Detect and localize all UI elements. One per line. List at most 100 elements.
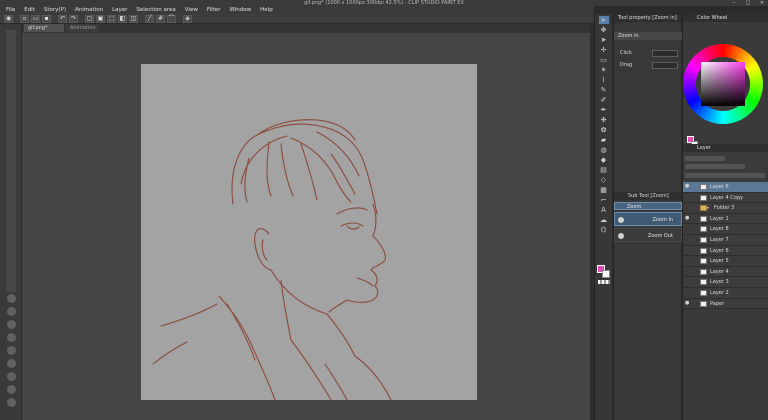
- layer-row[interactable]: ▸ Folder 3: [683, 203, 768, 214]
- brush-size-dot[interactable]: [6, 398, 16, 407]
- visibility-eye-icon[interactable]: ●: [685, 184, 689, 189]
- undo-icon[interactable]: ↶: [58, 14, 67, 23]
- save-icon[interactable]: ▪: [42, 14, 51, 23]
- sub-tool-zoom-in[interactable]: Zoom in: [614, 212, 682, 226]
- eyedropper-tool-icon[interactable]: ⌇: [599, 76, 609, 84]
- menu-window[interactable]: Window: [229, 6, 251, 14]
- layer-row[interactable]: ● Paper: [683, 298, 768, 310]
- brush-size-dot[interactable]: [6, 385, 16, 394]
- layer-row[interactable]: Layer 8: [683, 224, 768, 235]
- layer-row[interactable]: Layer 3: [683, 277, 768, 288]
- blend-tool-icon[interactable]: ◍: [599, 146, 609, 154]
- layer-row[interactable]: Layer 4 Copy: [683, 192, 768, 204]
- snap-special-ruler-icon[interactable]: ⌒: [167, 14, 176, 23]
- visibility-eye-icon[interactable]: ●: [685, 300, 689, 306]
- pen-tool-icon[interactable]: ✎: [599, 86, 609, 94]
- snap-ruler-icon[interactable]: ╱: [145, 14, 154, 23]
- clear-icon[interactable]: ▢: [85, 14, 94, 23]
- decoration-tool-icon[interactable]: ✿: [599, 126, 609, 134]
- visibility-eye-icon[interactable]: [685, 258, 689, 263]
- selection-tool-icon[interactable]: ▭: [599, 56, 609, 64]
- zoom-in-icon: [618, 217, 624, 223]
- sub-tool-group[interactable]: Zoom: [614, 202, 682, 210]
- visibility-eye-icon[interactable]: [685, 237, 689, 242]
- figure-tool-icon[interactable]: ◇: [599, 176, 609, 184]
- menu-edit[interactable]: Edit: [24, 6, 35, 14]
- auto-select-tool-icon[interactable]: ✶: [599, 66, 609, 74]
- balloon-tool-icon[interactable]: ☁: [599, 216, 609, 224]
- close-button[interactable]: ✕: [758, 0, 766, 6]
- sub-color-swatch[interactable]: [602, 270, 610, 278]
- tab-animation[interactable]: Animation: [66, 24, 98, 32]
- saturation-value-square[interactable]: [701, 62, 745, 106]
- layer-row[interactable]: Layer 6: [683, 245, 768, 257]
- operation-tool-icon[interactable]: ➤: [599, 36, 609, 44]
- blend-mode-select[interactable]: [685, 156, 725, 161]
- visibility-eye-icon[interactable]: [685, 205, 689, 210]
- brush-size-dot[interactable]: [6, 294, 16, 303]
- show-selection-icon[interactable]: ◫: [129, 14, 138, 23]
- brush-size-dot[interactable]: [6, 333, 16, 342]
- ruler-tool-icon[interactable]: ⌐: [599, 196, 609, 204]
- fill-icon[interactable]: ▣: [96, 14, 105, 23]
- layer-action-toolbar[interactable]: [685, 173, 765, 178]
- visibility-eye-icon[interactable]: [685, 248, 689, 253]
- maximize-button[interactable]: □: [744, 0, 752, 6]
- clip-studio-icon[interactable]: ◉: [4, 14, 13, 23]
- visibility-eye-icon[interactable]: [685, 290, 689, 295]
- eraser-tool-icon[interactable]: ▰: [599, 136, 609, 144]
- gradient-tool-icon[interactable]: ▤: [599, 166, 609, 174]
- invert-selection-icon[interactable]: ◧: [118, 14, 127, 23]
- layer-row[interactable]: Layer 4: [683, 266, 768, 278]
- visibility-eye-icon[interactable]: [685, 269, 689, 274]
- new-file-icon[interactable]: ▫: [20, 14, 29, 23]
- assets-icon[interactable]: ◈: [183, 14, 192, 23]
- menu-selection-area[interactable]: Selection area: [136, 6, 175, 14]
- brush-size-dot[interactable]: [6, 372, 16, 381]
- folder-expand-icon[interactable]: ▸: [707, 203, 710, 213]
- visibility-eye-icon[interactable]: [685, 279, 689, 284]
- layer-row[interactable]: Layer 5: [683, 256, 768, 267]
- menu-file[interactable]: File: [6, 6, 15, 14]
- layer-row[interactable]: ● Layer 6: [683, 182, 768, 193]
- move-layer-tool-icon[interactable]: ✛: [599, 46, 609, 54]
- minimize-button[interactable]: –: [730, 0, 738, 6]
- drag-option-control[interactable]: [652, 62, 678, 69]
- menu-story[interactable]: Story(P): [44, 6, 66, 14]
- pencil-tool-icon[interactable]: ✐: [599, 96, 609, 104]
- visibility-eye-icon[interactable]: [685, 226, 689, 231]
- sub-tool-zoom-out[interactable]: Zoom Out: [614, 228, 682, 242]
- airbrush-tool-icon[interactable]: ❉: [599, 116, 609, 124]
- zoom-tool-icon[interactable]: ⌕: [598, 16, 609, 24]
- redo-icon[interactable]: ↷: [69, 14, 78, 23]
- frame-tool-icon[interactable]: ▦: [599, 186, 609, 194]
- brush-size-dot[interactable]: [6, 320, 16, 329]
- layer-row[interactable]: ● Layer 1: [683, 213, 768, 225]
- layer-row[interactable]: Layer 2: [683, 287, 768, 299]
- click-option-control[interactable]: [652, 50, 678, 57]
- visibility-eye-icon[interactable]: ●: [685, 215, 689, 221]
- opacity-slider[interactable]: [685, 164, 745, 169]
- fill-tool-icon[interactable]: ◆: [599, 156, 609, 164]
- transparent-color-swatch[interactable]: [598, 280, 610, 284]
- brush-tool-icon[interactable]: ✒: [599, 106, 609, 114]
- layer-row[interactable]: Layer 7: [683, 234, 768, 246]
- deselect-icon[interactable]: ⬚: [107, 14, 116, 23]
- text-tool-icon[interactable]: A: [599, 206, 609, 214]
- move-tool-icon[interactable]: ✥: [599, 26, 609, 34]
- menu-layer[interactable]: Layer: [112, 6, 127, 14]
- menu-view[interactable]: View: [185, 6, 198, 14]
- snap-grid-icon[interactable]: #: [156, 14, 165, 23]
- layer-name: Layer 7: [710, 236, 729, 243]
- menu-filter[interactable]: Filter: [207, 6, 221, 14]
- brush-size-dot[interactable]: [6, 307, 16, 316]
- brush-size-dot[interactable]: [6, 346, 16, 355]
- menu-help[interactable]: Help: [260, 6, 273, 14]
- drawing-canvas[interactable]: [141, 64, 477, 401]
- open-file-icon[interactable]: ▭: [31, 14, 40, 23]
- tab-gif-png[interactable]: gif.png*: [24, 24, 64, 32]
- menu-animation[interactable]: Animation: [75, 6, 103, 14]
- brush-size-dot[interactable]: [6, 359, 16, 368]
- visibility-eye-icon[interactable]: [685, 195, 689, 200]
- correct-line-tool-icon[interactable]: ⌬: [599, 226, 609, 234]
